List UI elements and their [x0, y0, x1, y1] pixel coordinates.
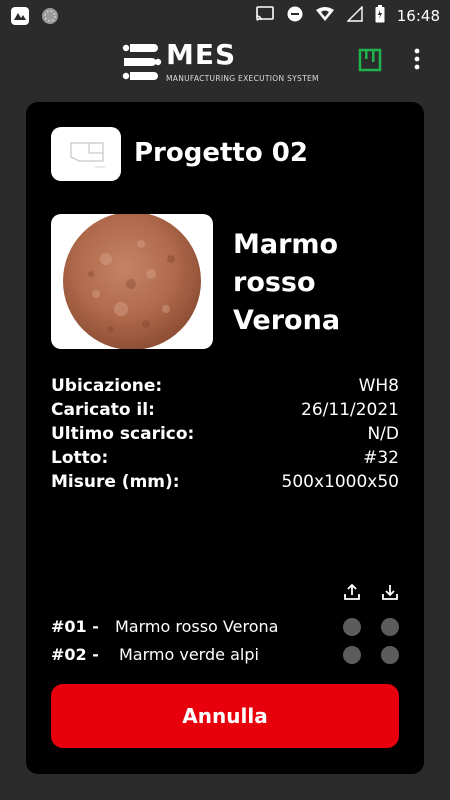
download-status-dot[interactable]: [381, 646, 399, 664]
logo-title: MES: [166, 38, 237, 71]
download-icon: [380, 582, 400, 606]
upload-status-dot[interactable]: [343, 646, 361, 664]
more-vert-icon: [414, 48, 420, 74]
material-image: [51, 214, 213, 349]
detail-row-loaded: Caricato il: 26/11/2021: [51, 398, 399, 422]
detail-label: Ultimo scarico:: [51, 424, 195, 444]
mes-logo: MES MANUFACTURING EXECUTION SYSTEM: [122, 38, 318, 88]
detail-row-location: Ubicazione: WH8: [51, 374, 399, 398]
material-name-line: Marmo: [233, 229, 339, 260]
battery-icon: [375, 5, 385, 27]
detail-row-last-unload: Ultimo scarico: N/D: [51, 422, 399, 446]
detail-value: N/D: [367, 424, 399, 444]
detail-value: WH8: [358, 376, 399, 396]
detail-label: Ubicazione:: [51, 376, 163, 396]
clock-time: 16:48: [396, 7, 440, 25]
sync-circle-icon: [40, 6, 60, 30]
material-list: #01 - Marmo rosso Verona #02 - Marmo ver…: [51, 614, 401, 670]
list-item[interactable]: #01 - Marmo rosso Verona: [51, 614, 401, 642]
item-name: Marmo rosso Verona: [115, 617, 279, 636]
cast-icon: [255, 6, 275, 26]
detail-value: 500x1000x50: [281, 472, 399, 492]
material-details: Ubicazione: WH8 Caricato il: 26/11/2021 …: [51, 374, 399, 494]
download-status-dot[interactable]: [381, 618, 399, 636]
status-bar: 16:48: [0, 0, 450, 32]
box-status-button[interactable]: [358, 48, 382, 76]
detail-row-size: Misure (mm): 500x1000x50: [51, 470, 399, 494]
logo-subtitle: MANUFACTURING EXECUTION SYSTEM: [166, 74, 319, 83]
list-header-icons: [338, 582, 408, 606]
material-name-line: Verona: [233, 305, 341, 336]
detail-value: 26/11/2021: [301, 400, 399, 420]
app-bar: MES MANUFACTURING EXECUTION SYSTEM: [0, 32, 450, 92]
detail-row-lot: Lotto: #32: [51, 446, 399, 470]
box-status-icon: [358, 48, 382, 76]
detail-value: #32: [363, 448, 399, 468]
project-title: Progetto 02: [134, 138, 308, 168]
item-name: Marmo verde alpi: [119, 645, 259, 664]
signal-icon: [346, 5, 363, 26]
detail-label: Misure (mm):: [51, 472, 180, 492]
list-item[interactable]: #02 - Marmo verde alpi: [51, 642, 401, 670]
cancel-button[interactable]: Annulla: [51, 684, 399, 748]
detail-label: Caricato il:: [51, 400, 155, 420]
detail-label: Lotto:: [51, 448, 109, 468]
upload-status-dot[interactable]: [343, 618, 361, 636]
upload-icon: [342, 582, 362, 606]
project-thumbnail: [51, 127, 121, 181]
mes-logo-icon: [122, 44, 162, 88]
material-name: Marmo rosso Verona: [233, 226, 413, 340]
item-number: #02 -: [51, 645, 99, 664]
project-card: Progetto 02 Marmo rosso Verona Ubicazion…: [26, 102, 424, 774]
item-number: #01 -: [51, 617, 99, 636]
wifi-icon: [315, 6, 335, 26]
more-menu-button[interactable]: [414, 48, 420, 74]
do-not-disturb-icon: [287, 6, 303, 26]
app-notification-icon: [10, 6, 30, 30]
material-name-line: rosso: [233, 267, 316, 298]
